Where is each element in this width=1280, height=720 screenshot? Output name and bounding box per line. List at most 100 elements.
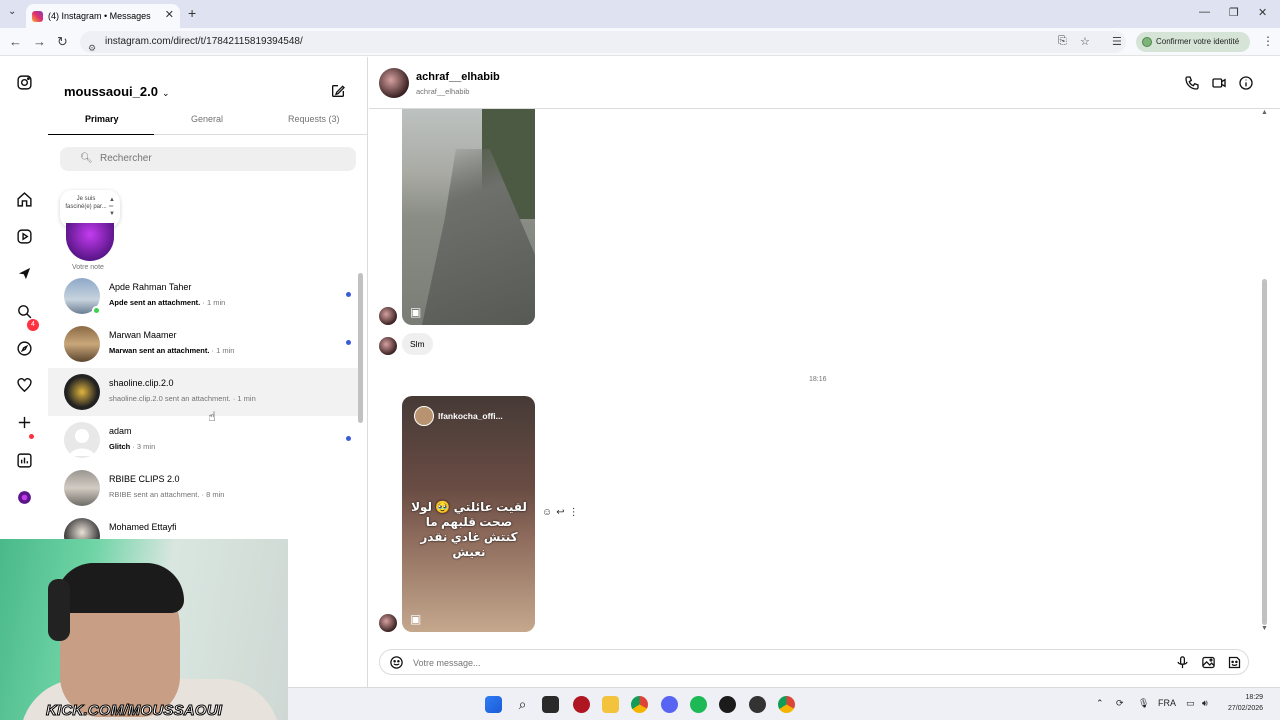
- app-icon-red[interactable]: [573, 696, 590, 713]
- account-switcher[interactable]: moussaoui_2.0 ⌄: [64, 84, 169, 99]
- chat-scroll-up-icon[interactable]: ▲: [1261, 109, 1268, 116]
- new-message-icon[interactable]: [330, 83, 346, 99]
- browser-menu-icon[interactable]: ⋮: [1262, 34, 1274, 48]
- task-view-icon[interactable]: [542, 696, 559, 713]
- note-label: Votre note: [72, 264, 104, 271]
- tray-mic-icon[interactable]: 🎙︎: [1138, 698, 1149, 709]
- message-bubble[interactable]: Slm: [402, 333, 433, 355]
- reels-icon[interactable]: [15, 227, 33, 245]
- taskbar-search-icon[interactable]: ⌕: [514, 696, 531, 713]
- emoji-icon[interactable]: [389, 655, 404, 670]
- install-app-icon[interactable]: ⎘: [1058, 35, 1067, 48]
- tray-sync-icon[interactable]: ⟳: [1116, 698, 1124, 709]
- sender-avatar: [379, 337, 397, 355]
- conversation-item[interactable]: adam Glitch · 3 min: [48, 416, 360, 464]
- tab-general[interactable]: General: [191, 114, 223, 124]
- note-avatar[interactable]: [66, 223, 114, 261]
- inbox-tabs: Primary General Requests (3): [48, 114, 368, 136]
- contact-avatar[interactable]: [379, 68, 409, 98]
- reel-icon: ▣: [410, 305, 422, 319]
- file-explorer-icon[interactable]: [602, 696, 619, 713]
- spotify-icon[interactable]: [690, 696, 707, 713]
- home-icon[interactable]: [15, 190, 33, 208]
- avatar: [64, 470, 100, 506]
- conversation-name: RBIBE CLIPS 2.0: [109, 474, 180, 484]
- chrome-active-icon[interactable]: [778, 696, 795, 713]
- sticker-icon[interactable]: [1227, 655, 1242, 670]
- conversation-preview: shaoline.clip.2.0 sent an attachment. · …: [109, 394, 256, 403]
- unread-dot: [346, 436, 351, 441]
- back-icon[interactable]: ←: [9, 34, 22, 49]
- conversation-preview: Marwan sent an attachment. · 1 min: [109, 346, 235, 355]
- confirm-identity-button[interactable]: Confirmer votre identité: [1136, 32, 1250, 52]
- maximize-icon[interactable]: ❐: [1229, 6, 1239, 19]
- shared-reel-1[interactable]: ▣: [402, 109, 535, 325]
- reel-caption: لقيت عائلتي 🥹 لولا صحت قلبهم ما كنتش غاد…: [411, 500, 527, 559]
- search-input[interactable]: [60, 147, 356, 171]
- explore-icon[interactable]: [15, 339, 33, 357]
- system-clock[interactable]: 18:29 27/02/2026: [1228, 692, 1263, 714]
- mouse-cursor-icon: ☝: [208, 409, 216, 424]
- microphone-icon[interactable]: [1175, 655, 1190, 670]
- tray-display-icon[interactable]: ▭: [1186, 698, 1195, 709]
- windows-taskbar: ⌕ ⌃ ⟳ 🎙︎ FRA ▭ 🔊︎ 18:29 27/02/2026: [288, 687, 1280, 720]
- video-call-icon[interactable]: [1211, 75, 1227, 91]
- chat-scrollbar[interactable]: [1262, 279, 1267, 625]
- message-input[interactable]: [413, 654, 1113, 672]
- minimize-icon[interactable]: —: [1199, 6, 1210, 18]
- more-options-icon[interactable]: ⋮: [569, 507, 583, 518]
- volume-icon[interactable]: 🔊︎: [1202, 698, 1208, 709]
- react-icon[interactable]: ☺: [542, 507, 556, 518]
- address-bar[interactable]: ⚙ instagram.com/direct/t/178421158193945…: [80, 31, 1126, 53]
- inbox-scrollbar[interactable]: [358, 273, 363, 423]
- tray-expand-icon[interactable]: ⌃: [1096, 698, 1104, 709]
- avatar: [64, 326, 100, 362]
- site-info-icon[interactable]: ⚙: [88, 37, 96, 59]
- app-icon-dark[interactable]: [719, 696, 736, 713]
- active-tab-indicator: [48, 134, 154, 135]
- shared-reel-2[interactable]: lfankocha_offi... لقيت عائلتي 🥹 لولا صحت…: [402, 396, 535, 632]
- message-timestamp: 18:16: [809, 376, 827, 383]
- contact-handle: achraf__elhabib: [416, 87, 470, 96]
- contact-name[interactable]: achraf__elhabib: [416, 71, 500, 83]
- search-icon[interactable]: [15, 302, 33, 320]
- chat-header: achraf__elhabib achraf__elhabib: [369, 57, 1280, 109]
- info-icon[interactable]: [1238, 75, 1254, 91]
- windows-start-icon[interactable]: [485, 696, 502, 713]
- conversation-item[interactable]: Marwan Maamer Marwan sent an attachment.…: [48, 320, 360, 368]
- bookmark-star-icon[interactable]: ☆: [1080, 35, 1090, 48]
- conversation-name: Marwan Maamer: [109, 330, 177, 340]
- conversation-preview: RBIBE sent an attachment. · 8 min: [109, 490, 225, 499]
- reply-icon[interactable]: ↩: [556, 507, 568, 518]
- tab-requests[interactable]: Requests (3): [288, 114, 340, 124]
- heart-icon[interactable]: [15, 376, 33, 394]
- chat-scroll-down-icon[interactable]: ▼: [1261, 625, 1268, 632]
- dashboard-icon[interactable]: [15, 451, 33, 469]
- image-icon[interactable]: [1201, 655, 1216, 670]
- instagram-icon[interactable]: [15, 73, 33, 91]
- browser-tab-instagram[interactable]: (4) Instagram • Messages ✕: [26, 4, 180, 28]
- create-icon[interactable]: [15, 413, 33, 431]
- chevron-down-icon: ⌄: [161, 88, 170, 98]
- profile-icon[interactable]: [15, 488, 33, 506]
- reload-icon[interactable]: ↻: [57, 34, 68, 50]
- tab-list-chevron-icon[interactable]: ⌄: [8, 6, 16, 17]
- discord-icon[interactable]: [661, 696, 678, 713]
- forward-icon[interactable]: →: [33, 34, 46, 49]
- new-tab-icon[interactable]: +: [188, 5, 196, 21]
- chrome-icon[interactable]: [631, 696, 648, 713]
- phone-call-icon[interactable]: [1184, 75, 1200, 91]
- account-username: moussaoui_2.0: [64, 84, 158, 99]
- conversation-item[interactable]: shaoline.clip.2.0 shaoline.clip.2.0 sent…: [48, 368, 360, 416]
- obs-icon[interactable]: [749, 696, 766, 713]
- close-tab-icon[interactable]: ✕: [165, 8, 174, 21]
- headset-icon: [48, 579, 70, 641]
- conversation-item[interactable]: RBIBE CLIPS 2.0 RBIBE sent an attachment…: [48, 464, 360, 512]
- reading-list-icon[interactable]: ☰: [1112, 35, 1122, 48]
- tab-primary[interactable]: Primary: [85, 114, 119, 124]
- window-close-icon[interactable]: ✕: [1258, 6, 1267, 19]
- messenger-icon[interactable]: [15, 264, 33, 282]
- conversation-item[interactable]: Apde Rahman Taher Apde sent an attachmen…: [48, 272, 360, 320]
- language-indicator[interactable]: FRA: [1158, 698, 1176, 708]
- note-scroll-arrows-icon[interactable]: ▲ ═ ▼: [109, 197, 115, 218]
